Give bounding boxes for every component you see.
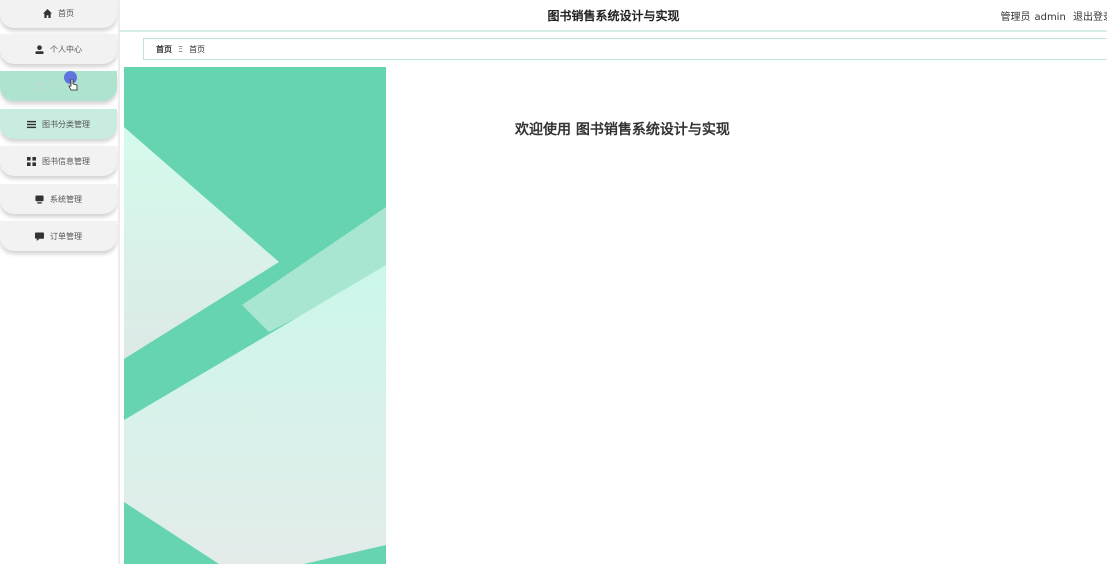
home-icon (43, 8, 52, 18)
user-role: 管理员 (1000, 12, 1031, 23)
breadcrumb-separator: Ξ (178, 44, 184, 54)
sidebar-item-label: 首页 (58, 8, 74, 18)
sidebar-divider (118, 0, 120, 564)
decorative-banner (124, 67, 386, 564)
top-header: 图书销售系统设计与实现 管理员admin 退出登录 (120, 0, 1107, 32)
sidebar-item-label: 图书分类管理 (42, 119, 90, 129)
user-area: 管理员admin 退出登录 (996, 8, 1107, 23)
sidebar-item-book-category[interactable]: 图书分类管理 (0, 109, 117, 139)
breadcrumb: 首页 Ξ 首页 (143, 38, 1107, 60)
sidebar-item-label: 图书信息管理 (42, 156, 90, 166)
message-icon (35, 231, 44, 241)
pointer-icon (68, 76, 78, 91)
system-title: 图书销售系统设计与实现 (547, 9, 680, 23)
sidebar-item-label: 订单管理 (50, 231, 82, 241)
list-icon (27, 120, 36, 129)
sidebar-item-orders[interactable]: 订单管理 (0, 221, 117, 251)
logout-button[interactable]: 退出登录 (1073, 12, 1107, 23)
user-icon (35, 44, 44, 54)
sidebar: 首页 个人中心 用户管理 图书分类管理 图书信息管理 系统管理 订单管理 (0, 0, 118, 564)
grid-icon (27, 156, 36, 166)
sidebar-item-system[interactable]: 系统管理 (0, 184, 117, 214)
monitor-icon (35, 194, 44, 204)
welcome-message: 欢迎使用 图书销售系统设计与实现 (515, 122, 730, 138)
sidebar-item-profile[interactable]: 个人中心 (0, 34, 117, 64)
username: admin (1034, 12, 1066, 23)
breadcrumb-current: 首页 (189, 44, 206, 54)
sidebar-item-users[interactable]: 用户管理 (0, 71, 117, 101)
sidebar-item-home[interactable]: 首页 (0, 0, 117, 28)
grid-icon (35, 81, 44, 91)
breadcrumb-home[interactable]: 首页 (156, 44, 172, 55)
sidebar-item-label: 系统管理 (50, 194, 82, 204)
sidebar-item-label: 个人中心 (50, 44, 82, 54)
sidebar-item-book-info[interactable]: 图书信息管理 (0, 146, 117, 176)
